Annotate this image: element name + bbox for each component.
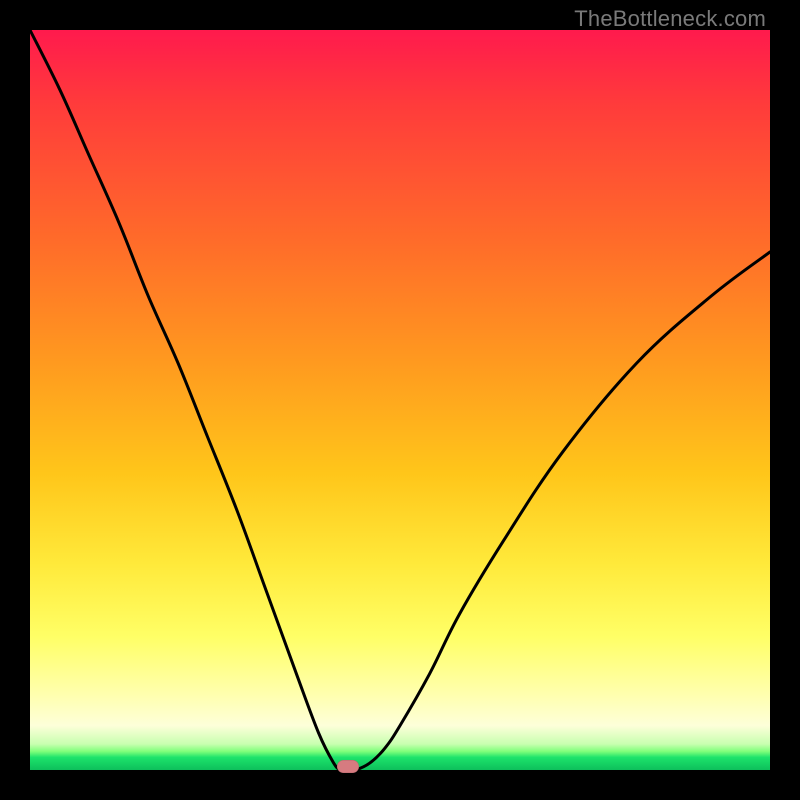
watermark-text: TheBottleneck.com — [574, 6, 766, 32]
bottleneck-curve — [30, 30, 770, 770]
plot-area — [30, 30, 770, 770]
chart-frame: TheBottleneck.com — [0, 0, 800, 800]
curve-path — [30, 30, 770, 771]
optimum-marker — [337, 760, 359, 773]
